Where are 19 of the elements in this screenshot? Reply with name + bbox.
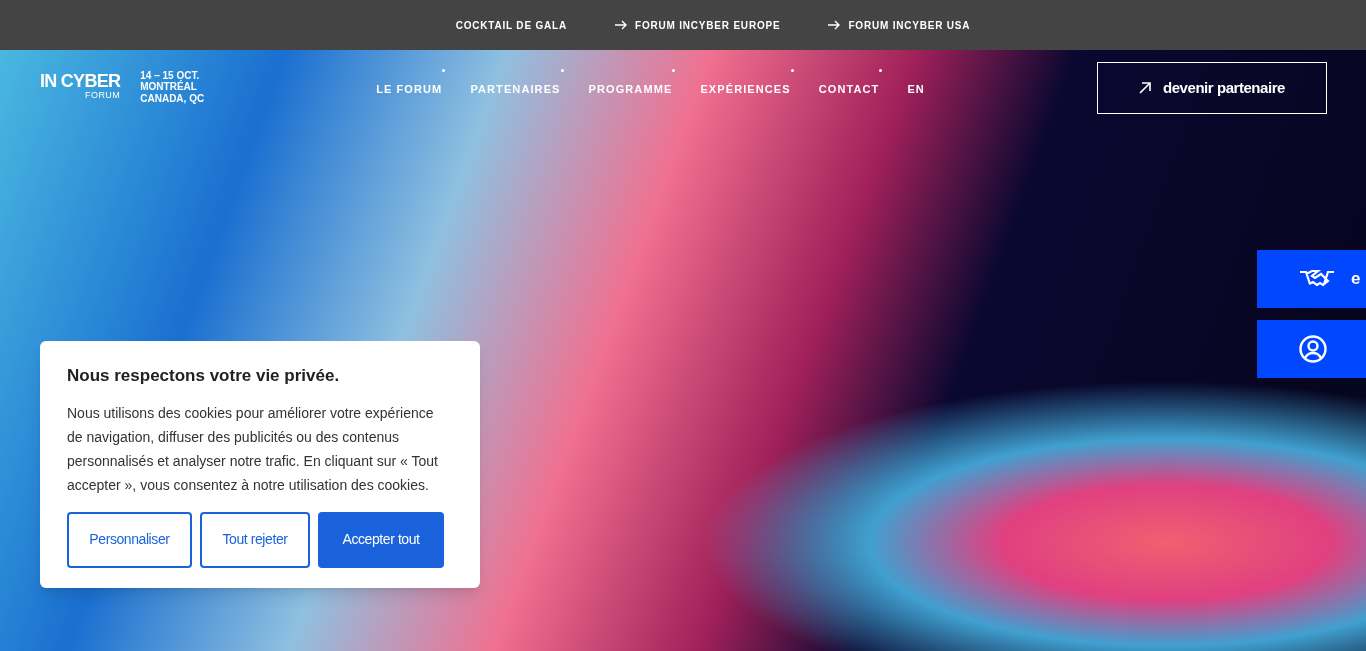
logo[interactable]: IN CYBER FORUM [40,71,121,100]
partner-tab[interactable]: e [1257,250,1366,308]
nav-link[interactable]: EXPÉRIENCES [700,83,791,95]
arrow-icon [1139,82,1151,94]
top-link[interactable]: COCKTAIL DE GALA [455,17,567,33]
cookie-title: Nous respectons votre vie privée. [67,365,341,387]
user-icon [1299,335,1327,363]
nav-link[interactable]: CONTACT [818,83,880,95]
become-partner-button[interactable]: devenir partenaire [1097,62,1327,114]
event-info: 14 – 15 OCT. MONTRÉAL CANADA, QC [140,69,205,105]
cookie-text: Nous utilisons des cookies pour améliorer votre expérience de navigation, diffuser des publicités ou des contenus personnalisés et analyser notre trafic. En cliquant sur « Tout accepter », vous consentez à notre utilisation des cookies. [67,403,439,495]
cookie-button[interactable]: Tout rejeter [199,511,311,568]
top-link[interactable]: FORUM INCYBER EUROPE [634,17,781,33]
account-tab[interactable] [1257,320,1366,378]
nav-link[interactable]: LE FORUM [376,83,443,95]
top-link[interactable]: FORUM INCYBER USA [848,17,971,33]
nav-link[interactable]: EN [907,83,925,95]
cookie-button[interactable]: Personnaliser [67,511,192,568]
accept-button[interactable]: Accepter tout [318,511,444,568]
